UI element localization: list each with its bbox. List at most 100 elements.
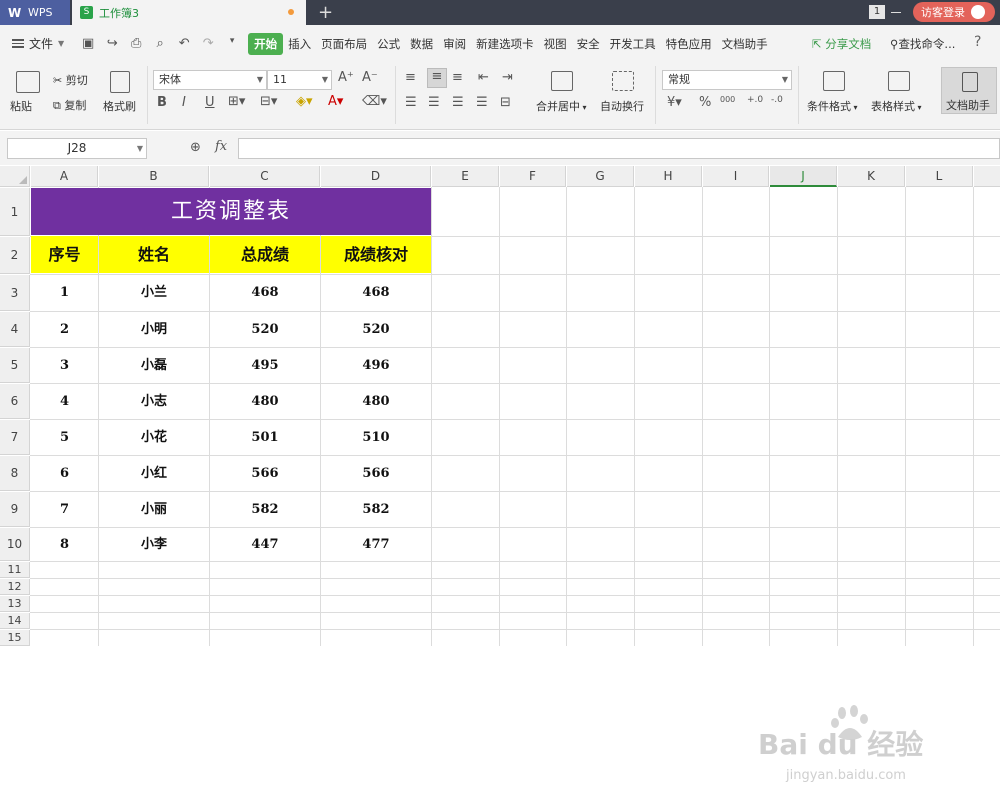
header-cell-check[interactable]: 成绩核对 [321,236,431,273]
underline-button[interactable]: U [205,95,215,110]
export-icon[interactable]: ↪ [104,36,120,51]
row-header-13[interactable]: 13 [0,596,30,612]
row-header-15[interactable]: 15 [0,630,30,646]
row-header-3[interactable]: 3 [0,275,30,311]
cell-check[interactable]: 468 [321,275,431,311]
cell-total[interactable]: 480 [210,384,320,419]
cut-button[interactable]: ✂ 剪切 [53,72,88,88]
align-center-icon[interactable]: ☰ [428,95,440,110]
cell-seq[interactable]: 2 [31,312,98,347]
cell-name[interactable]: 小明 [99,312,209,347]
number-format-select[interactable]: 常规 ▼ [662,70,792,90]
cell-total[interactable]: 520 [210,312,320,347]
conditional-format-icon[interactable] [823,71,845,91]
sheet-title-cell[interactable]: 工资调整表 [31,188,431,235]
file-menu[interactable]: 文件 ▼ [0,35,72,52]
column-header-e[interactable]: E [432,166,499,187]
row-header-7[interactable]: 7 [0,420,30,455]
cell-name[interactable]: 小花 [99,420,209,455]
cell-seq[interactable]: 8 [31,528,98,561]
tab-doc-assistant[interactable]: 文档助手 [717,36,773,52]
wps-app-tab[interactable]: W WPS [0,0,70,25]
print-preview-icon[interactable]: ⌕ [152,36,168,51]
cell-name[interactable]: 小志 [99,384,209,419]
wrap-text-icon[interactable] [612,71,634,91]
tab-formulas[interactable]: 公式 [372,36,405,52]
cell-total[interactable]: 468 [210,275,320,311]
decrease-font-icon[interactable]: A⁻ [362,70,378,85]
cell-name[interactable]: 小丽 [99,492,209,527]
customize-chevron-icon[interactable]: ▾ [224,36,240,51]
row-header-5[interactable]: 5 [0,348,30,383]
column-header-l[interactable]: L [906,166,973,187]
cell-name[interactable]: 小磊 [99,348,209,383]
help-icon[interactable]: ? [974,34,981,50]
font-size-select[interactable]: 11 ▼ [267,70,332,90]
cell-check[interactable]: 496 [321,348,431,383]
format-painter-label[interactable]: 格式刷 [103,98,136,114]
cell-check[interactable]: 582 [321,492,431,527]
fill-color-icon[interactable]: ◈▾ [296,94,313,109]
distributed-icon[interactable]: ⊟ [500,95,511,110]
column-header-a[interactable]: A [31,166,98,187]
tab-data[interactable]: 数据 [405,36,438,52]
cell-check[interactable]: 566 [321,456,431,491]
cell-name[interactable]: 小李 [99,528,209,561]
column-header-c[interactable]: C [210,166,320,187]
cell-seq[interactable]: 4 [31,384,98,419]
name-box[interactable]: J28 ▼ [7,138,147,159]
column-header-partial[interactable] [974,166,1000,187]
row-header-1[interactable]: 1 [0,188,30,236]
column-header-g[interactable]: G [567,166,634,187]
cell-check[interactable]: 520 [321,312,431,347]
merge-center-icon[interactable] [551,71,573,91]
formula-input[interactable] [238,138,1000,159]
header-cell-seq[interactable]: 序号 [31,236,98,273]
currency-icon[interactable]: ¥▾ [667,95,682,110]
cell-check[interactable]: 510 [321,420,431,455]
conditional-format-button[interactable]: 条件格式 ▾ [807,98,858,114]
zoom-icon[interactable]: ⊕ [190,140,201,155]
cell-total[interactable]: 566 [210,456,320,491]
row-header-9[interactable]: 9 [0,492,30,527]
column-header-d[interactable]: D [321,166,431,187]
column-header-f[interactable]: F [500,166,566,187]
document-tab[interactable]: S 工作簿3 [72,0,306,25]
table-style-button[interactable]: 表格样式 ▾ [871,98,922,114]
guest-login-button[interactable]: 访客登录 [913,2,995,22]
clear-format-icon[interactable]: ⌫▾ [362,94,387,109]
copy-button[interactable]: ⧉ 复制 [53,97,86,113]
row-header-8[interactable]: 8 [0,456,30,491]
cell-total[interactable]: 447 [210,528,320,561]
align-middle-icon[interactable]: ≡ [427,68,447,88]
tab-features[interactable]: 特色应用 [661,36,717,52]
row-header-2[interactable]: 2 [0,237,30,274]
paste-icon[interactable] [16,71,40,93]
print-icon[interactable]: ⎙ [128,36,144,51]
save-icon[interactable]: ▣ [80,36,96,51]
tab-developer[interactable]: 开发工具 [605,36,661,52]
align-top-icon[interactable]: ≡ [405,70,416,85]
cell-check[interactable]: 480 [321,384,431,419]
undo-icon[interactable]: ↶ [176,36,192,51]
cell-check[interactable]: 477 [321,528,431,561]
window-count-badge[interactable]: 1 [869,5,885,19]
cell-style-icon[interactable]: ⊟▾ [260,94,277,109]
column-header-k[interactable]: K [838,166,905,187]
percent-button[interactable]: % [699,95,711,110]
header-cell-total[interactable]: 总成绩 [210,236,320,273]
tab-new[interactable]: 新建选项卡 [471,36,539,52]
increase-font-icon[interactable]: A⁺ [338,70,354,85]
share-document-button[interactable]: ⇱ 分享文档 [812,36,871,52]
paste-label[interactable]: 粘贴 [10,98,32,114]
cell-seq[interactable]: 3 [31,348,98,383]
cell-name[interactable]: 小红 [99,456,209,491]
minimize-icon[interactable] [891,12,901,13]
cell-seq[interactable]: 6 [31,456,98,491]
cell-total[interactable]: 495 [210,348,320,383]
new-tab-button[interactable]: + [318,2,333,23]
border-icon[interactable]: ⊞▾ [228,94,245,109]
doc-assistant-button[interactable]: 文档助手 [941,67,997,114]
bold-button[interactable]: B [157,95,167,110]
row-header-11[interactable]: 11 [0,562,30,578]
